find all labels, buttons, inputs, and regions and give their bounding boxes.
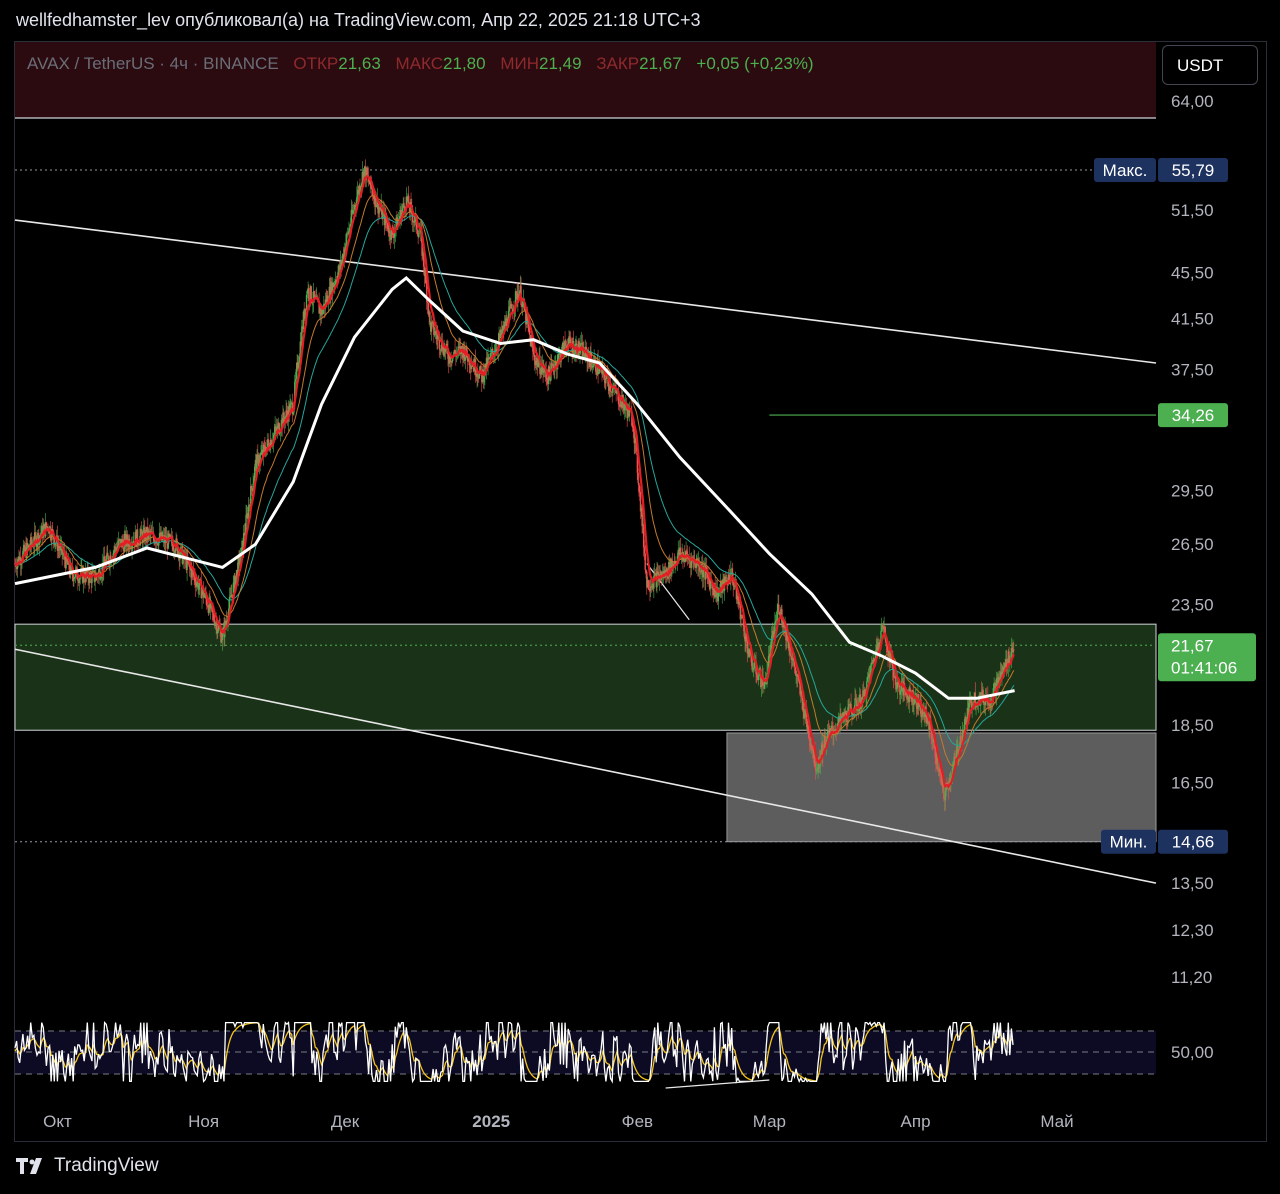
footer-brand[interactable]: TradingView [16, 1155, 159, 1177]
legend-high-label: МАКС [395, 54, 444, 73]
price-axis-tick: 12,30 [1171, 921, 1214, 940]
legend-close-value: 21,67 [639, 54, 682, 73]
ohlc-legend: AVAX / TetherUS · 4ч · BINANCE ОТКР21,63… [27, 54, 814, 74]
price-axis-tick: 16,50 [1171, 773, 1214, 792]
price-axis-tick: 41,50 [1171, 310, 1214, 329]
level-value-label: 34,26 [1172, 406, 1215, 425]
green-zone [14, 623, 1157, 731]
time-axis-label: Ноя [188, 1112, 219, 1131]
min-value-label: 14,66 [1172, 833, 1215, 852]
price-axis-tick: 51,50 [1171, 201, 1214, 220]
price-axis-tick: 23,50 [1171, 596, 1214, 615]
time-axis-label: Фев [622, 1112, 653, 1131]
legend-change: +0,05 (+0,23%) [696, 54, 814, 73]
time-axis-label: Апр [901, 1112, 931, 1131]
legend-open-value: 21,63 [338, 54, 381, 73]
price-axis-tick: 45,50 [1171, 263, 1214, 282]
max-value-label: 55,79 [1172, 161, 1215, 180]
price-axis-tick: 18,50 [1171, 716, 1214, 735]
chart-canvas[interactable]: 64,00 51,50 45,50 41,50 37,50 29,50 26,50 23,50… [0, 0, 1280, 1194]
time-axis-label: 2025 [472, 1112, 510, 1131]
grey-zone [726, 732, 1157, 843]
legend-symbol: AVAX / TetherUS · 4ч · BINANCE [27, 54, 279, 73]
min-label: Мин. [1110, 833, 1148, 852]
legend-low-value: 21,49 [538, 54, 582, 73]
time-axis-label: Мар [753, 1112, 786, 1131]
legend-open-label: ОТКР [293, 54, 339, 73]
legend-high-value: 21,80 [443, 54, 486, 73]
price-axis-tick: 37,50 [1171, 361, 1214, 380]
time-axis-label: Май [1040, 1112, 1073, 1131]
price-axis-tick: 64,00 [1171, 92, 1214, 111]
legend-low-label: МИН [500, 54, 539, 73]
legend-close-label: ЗАКР [596, 54, 640, 73]
countdown-value: 01:41:06 [1171, 658, 1237, 677]
price-axis-tick: 11,20 [1171, 968, 1212, 987]
tradingview-logo-icon [16, 1158, 46, 1174]
rsi-divergence-line [665, 1079, 770, 1089]
time-axis-label: Дек [331, 1112, 360, 1131]
rsi-axis-tick: 50,00 [1171, 1043, 1214, 1062]
max-label: Макс. [1103, 161, 1148, 180]
currency-button[interactable]: USDT [1162, 45, 1258, 85]
price-axis-tick: 26,50 [1171, 535, 1214, 554]
last-price-value: 21,67 [1171, 636, 1214, 655]
price-axis-tick: 13,50 [1171, 874, 1214, 893]
footer-brand-text: TradingView [54, 1155, 159, 1176]
time-axis-label: Окт [43, 1112, 72, 1131]
price-axis-tick: 29,50 [1171, 481, 1214, 500]
